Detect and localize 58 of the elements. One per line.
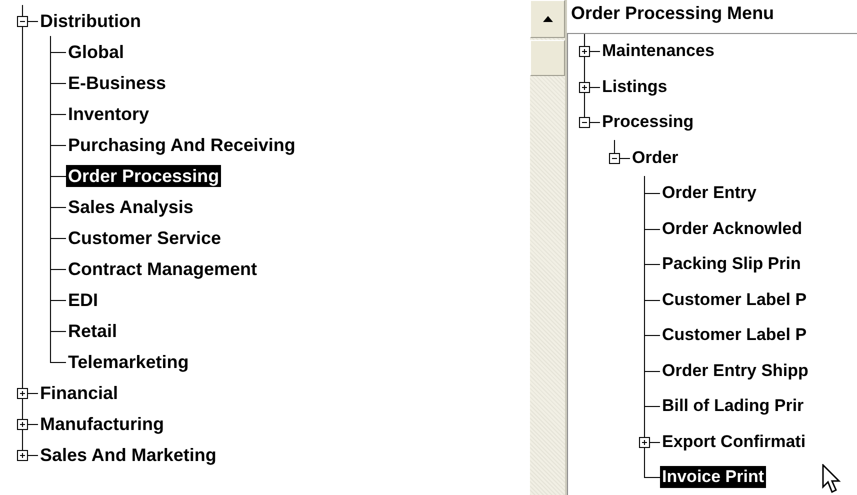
tree-item[interactable]: Purchasing And Receiving (66, 134, 298, 156)
tree-line (50, 129, 66, 160)
tree-item[interactable]: Order Processing (66, 164, 222, 186)
tree-item[interactable]: Retail (66, 320, 120, 342)
tree-item[interactable]: Bill of Lading Prir (660, 395, 806, 418)
tree-item[interactable]: Contract Management (66, 258, 260, 280)
scrollbar-thumb[interactable] (530, 40, 565, 76)
tree-item[interactable]: Maintenances (600, 40, 716, 62)
tree-line (644, 176, 660, 211)
tree-item[interactable]: Packing Slip Prin (660, 253, 803, 276)
up-arrow-icon (542, 16, 552, 22)
scroll-up-button[interactable] (530, 0, 565, 38)
tree-line (50, 67, 66, 98)
tree-line (50, 191, 66, 222)
tree-line (50, 36, 66, 67)
collapse-icon[interactable] (609, 152, 620, 164)
expand-icon[interactable] (579, 46, 590, 58)
panel-title: Order Processing Menu (567, 0, 857, 34)
collapse-icon[interactable] (17, 16, 28, 26)
tree-item[interactable]: Sales Analysis (66, 196, 196, 218)
tree-line (50, 222, 66, 253)
tree-item[interactable]: Customer Service (66, 226, 224, 248)
tree-line (644, 353, 660, 388)
tree-item[interactable]: Customer Label P (660, 288, 809, 311)
tree-item[interactable]: Distribution (38, 10, 143, 32)
tree-item[interactable]: E-Business (66, 72, 168, 94)
tree-line (50, 98, 66, 129)
pointer-icon (822, 464, 844, 494)
tree-item[interactable]: Global (66, 40, 126, 62)
tree-line (644, 282, 660, 318)
tree-item[interactable]: Inventory (66, 102, 152, 124)
tree-item[interactable]: Export Confirmati (660, 430, 808, 453)
tree-line (644, 388, 660, 424)
scrollbar-track[interactable] (530, 0, 567, 495)
tree-item[interactable]: Invoice Print (660, 466, 766, 488)
expand-icon[interactable] (639, 436, 650, 448)
tree-line (644, 211, 660, 246)
tree-line (50, 253, 66, 284)
tree-line (644, 246, 660, 282)
tree-line (644, 318, 660, 353)
collapse-icon[interactable] (579, 117, 590, 128)
expand-icon[interactable] (17, 418, 28, 430)
expand-icon[interactable] (579, 82, 590, 93)
tree-item[interactable]: Sales And Marketing (38, 444, 218, 466)
tree-item[interactable]: Order Entry Shipp (660, 360, 810, 382)
tree-item[interactable]: Processing (600, 111, 696, 134)
expand-icon[interactable] (17, 450, 28, 460)
tree-item[interactable]: Manufacturing (38, 412, 166, 434)
tree-item[interactable]: Financial (38, 382, 120, 404)
tree-item[interactable]: Listings (600, 76, 670, 98)
tree-item[interactable]: Telemarketing (66, 350, 191, 372)
tree-item[interactable]: Customer Label P (660, 324, 809, 346)
expand-icon[interactable] (17, 388, 28, 398)
tree-item[interactable]: Order Acknowled (660, 218, 804, 240)
tree-line (50, 284, 66, 315)
tree-item[interactable]: Order Entry (660, 182, 758, 204)
tree-item[interactable]: EDI (66, 288, 100, 310)
tree-item[interactable]: Order (630, 146, 680, 169)
